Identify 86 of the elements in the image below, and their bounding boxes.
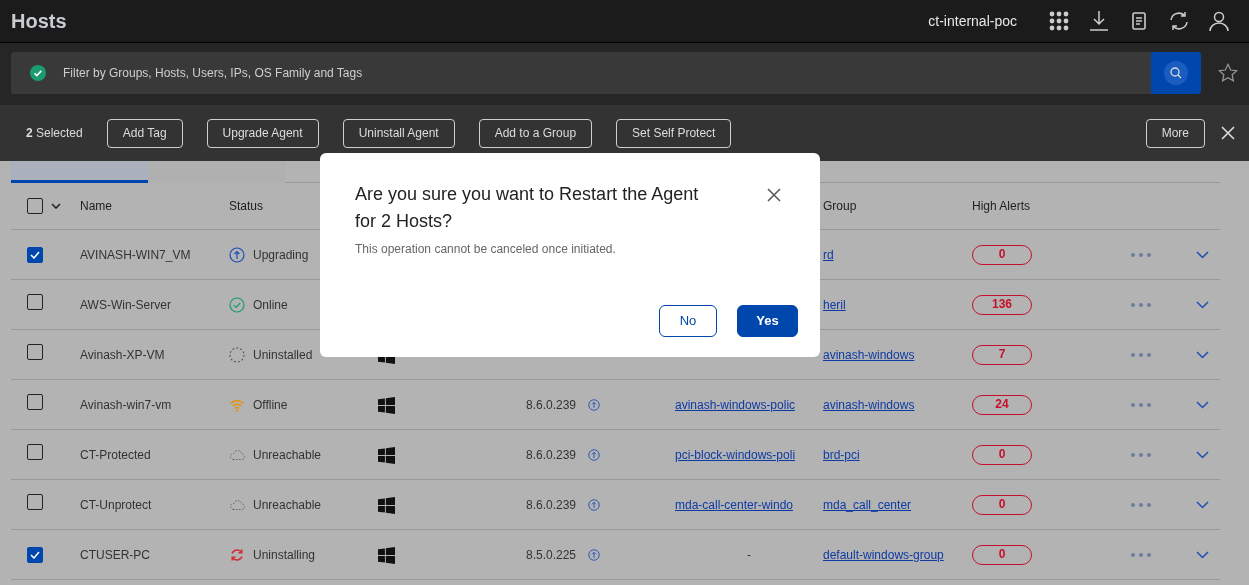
refresh-icon [229, 546, 245, 563]
status-text: Unreachable [253, 446, 322, 464]
more-options-icon[interactable] [1130, 352, 1152, 359]
action-button[interactable]: Upgrade Agent [206, 118, 319, 148]
more-options-icon[interactable] [1130, 252, 1152, 259]
caret-icon[interactable] [51, 203, 61, 209]
dialog-message: This operation cannot be canceled once initiated. [355, 241, 617, 258]
row-checkbox[interactable] [27, 344, 43, 360]
column-header: Name [80, 199, 112, 213]
row-checkbox[interactable] [27, 294, 43, 310]
row-checkbox[interactable] [27, 546, 43, 563]
host-name: CTUSER-PC [80, 547, 150, 562]
group-link[interactable]: avinash-windows [823, 347, 915, 362]
policy-link[interactable]: mda-call-center-windo [675, 495, 794, 514]
row-checkbox[interactable] [27, 444, 43, 460]
column-header: Group [823, 199, 857, 213]
more-button[interactable]: More [1145, 118, 1205, 148]
download-icon[interactable] [1087, 9, 1111, 33]
star-icon[interactable] [1217, 62, 1239, 84]
checkmark-icon [30, 250, 40, 259]
policy-link[interactable]: avinash-windows-polic [675, 395, 796, 414]
status-text: Online [253, 296, 288, 314]
empty-value: - [747, 546, 751, 564]
confirm-button[interactable]: Yes [737, 305, 798, 337]
row-checkbox[interactable] [27, 494, 43, 510]
select-all-checkbox[interactable] [27, 198, 43, 214]
selected-count: 2 Selected [26, 125, 83, 142]
agent-version: 8.5.0.225 [526, 546, 577, 564]
group-link[interactable]: mda_call_center [823, 497, 912, 512]
policy-link[interactable]: pci-block-windows-poli [675, 445, 796, 464]
action-button[interactable]: Set Self Protect [616, 118, 732, 148]
status-text: Uninstalled [253, 346, 313, 364]
group-link[interactable]: default-windows-group [823, 547, 944, 562]
expand-chevron-icon[interactable] [1196, 551, 1209, 560]
expand-chevron-icon[interactable] [1196, 301, 1209, 310]
expand-chevron-icon[interactable] [1196, 501, 1209, 510]
tenant-selector[interactable]: ct-internal-poc [928, 10, 1017, 32]
apps-grid-icon[interactable] [1047, 9, 1071, 33]
action-button[interactable]: Add to a Group [478, 118, 593, 148]
action-button[interactable]: Uninstall Agent [342, 118, 455, 148]
search-button[interactable] [1151, 52, 1201, 94]
tab[interactable] [11, 161, 148, 183]
check-circle-icon [229, 296, 245, 313]
check-circle-icon [30, 65, 46, 81]
status-text: Upgrading [253, 246, 309, 264]
search-icon [1164, 61, 1188, 85]
close-icon[interactable] [1221, 126, 1235, 140]
more-options-icon[interactable] [1130, 552, 1152, 559]
group-link[interactable]: rd [823, 247, 834, 262]
close-button[interactable] [766, 185, 782, 201]
host-name: Avinash-win7-vm [80, 397, 172, 412]
more-options-icon[interactable] [1130, 302, 1152, 309]
host-name: AWS-Win-Server [80, 297, 171, 312]
filter-field[interactable]: Filter by Groups, Hosts, Users, IPs, OS Family and Tags [11, 52, 1151, 94]
dialog-title: Are you sure you want to Restart the Agent for 2 Hosts? [355, 183, 700, 233]
more-options-icon[interactable] [1130, 402, 1152, 409]
host-name: CT-Unprotect [80, 497, 152, 512]
more-options-icon[interactable] [1130, 452, 1152, 459]
host-name: Avinash-XP-VM [80, 347, 165, 362]
dashed-circle-icon [229, 346, 245, 363]
host-name: CT-Protected [80, 447, 151, 462]
expand-chevron-icon[interactable] [1196, 401, 1209, 410]
agent-version: 8.6.0.239 [526, 446, 577, 464]
cancel-button[interactable]: No [659, 305, 717, 337]
action-button[interactable]: Add Tag [106, 118, 183, 148]
user-icon[interactable] [1207, 9, 1231, 33]
group-link[interactable]: heril [823, 297, 846, 312]
refresh-icon[interactable] [1167, 9, 1191, 33]
checkmark-icon [30, 550, 40, 559]
row-checkbox[interactable] [27, 246, 43, 263]
row-checkbox[interactable] [27, 394, 43, 410]
expand-chevron-icon[interactable] [1196, 251, 1209, 260]
column-header: Status [229, 199, 264, 213]
host-name: AVINASH-WIN7_VM [80, 247, 191, 262]
page-title: Hosts [11, 9, 67, 34]
status-text: Offline [253, 396, 288, 414]
status-text: Uninstalling [253, 546, 316, 564]
status-text: Unreachable [253, 496, 322, 514]
agent-version: 8.6.0.239 [526, 396, 577, 414]
more-options-icon[interactable] [1130, 502, 1152, 509]
group-link[interactable]: brd-pci [823, 447, 860, 462]
column-header: High Alerts [972, 199, 1031, 213]
expand-chevron-icon[interactable] [1196, 351, 1209, 360]
expand-chevron-icon[interactable] [1196, 451, 1209, 460]
group-link[interactable]: avinash-windows [823, 397, 915, 412]
agent-version: 8.6.0.239 [526, 496, 577, 514]
